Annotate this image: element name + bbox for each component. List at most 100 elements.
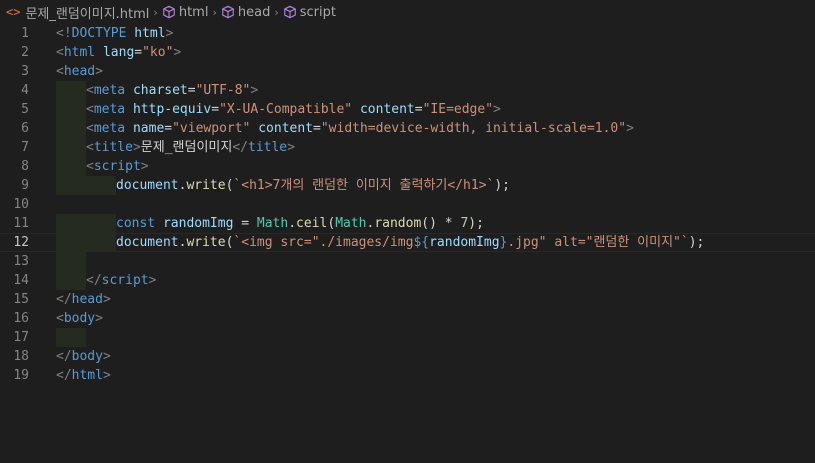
code-text: const randomImg = Math.ceil(Math.random(… [56, 214, 484, 233]
code-token: < [86, 159, 94, 174]
code-line[interactable]: 8 <script> [0, 157, 815, 176]
code-token: script [101, 273, 149, 288]
code-token: 문제_랜덤이미지 [140, 140, 233, 155]
code-line[interactable]: 18 </body> [0, 347, 815, 366]
code-text [56, 252, 86, 271]
line-number: 7 [21, 140, 29, 155]
code-token: > [102, 349, 111, 364]
line-number: 1 [21, 26, 29, 41]
code-line[interactable]: 9 document.write(`<h1>7개의 랜덤한 이미지 출력하기</h… [0, 176, 815, 195]
code-token: .jpg" alt="랜덤한 이미지"` [507, 235, 689, 250]
code-line[interactable]: 1 <!DOCTYPE html> [0, 24, 815, 43]
code-text: <meta charset="UTF-8"> [56, 81, 258, 100]
code-token: html [134, 26, 166, 41]
code-line[interactable]: 16 <body> [0, 309, 815, 328]
code-token: > [626, 121, 634, 136]
indent-guide [56, 233, 116, 252]
code-token: script [93, 159, 141, 174]
code-line[interactable]: 11 const randomImg = Math.ceil(Math.rando… [0, 214, 815, 233]
code-token: > [95, 311, 103, 326]
html-file-icon: <> [6, 5, 21, 19]
code-token: randomImg [429, 235, 500, 250]
code-line[interactable]: 10 [0, 195, 815, 214]
indent-guide [56, 100, 86, 119]
code-text: </head> [56, 290, 111, 309]
code-line[interactable]: 3 <head> [0, 62, 815, 81]
code-token: http-equiv [132, 102, 212, 117]
code-text: <!DOCTYPE html> [56, 24, 173, 43]
code-editor[interactable]: 1 <!DOCTYPE html> 2 <html lang="ko"> 3 <head>… [0, 24, 815, 385]
breadcrumb-file[interactable]: <> 문제_랜덤이미지.html [6, 3, 149, 22]
code-text [56, 328, 86, 347]
code-token: ); [494, 178, 510, 193]
line-number: 10 [13, 197, 29, 212]
line-number: 13 [13, 254, 29, 269]
code-token: > [132, 140, 141, 155]
code-line[interactable]: 19 </html> [0, 366, 815, 385]
chevron-right-icon: › [212, 5, 217, 19]
code-text: <meta http-equiv="X-UA-Compatible" conte… [56, 100, 501, 119]
code-token: meta [93, 121, 126, 136]
code-line[interactable]: 13 [0, 252, 815, 271]
code-text: <meta name="viewport" content="width=dev… [56, 119, 634, 138]
line-number: 18 [13, 349, 29, 364]
code-token: = [211, 102, 220, 117]
code-token: </ [56, 368, 72, 383]
code-token: > [250, 83, 259, 98]
code-token: </ [56, 349, 72, 364]
code-token: Math [256, 216, 289, 231]
code-token: < [86, 140, 94, 155]
symbol-element-icon [163, 5, 175, 19]
line-number: 15 [13, 292, 29, 307]
code-token: lang [102, 45, 135, 60]
line-number: 12 [13, 235, 29, 250]
code-line[interactable]: 6 <meta name="viewport" content="width=de… [0, 119, 815, 138]
indent-guide [56, 252, 86, 271]
code-line[interactable]: 4 <meta charset="UTF-8"> [0, 81, 815, 100]
code-line[interactable]: 7 <title>문제_랜덤이미지</title> [0, 138, 815, 157]
code-token: <! [56, 26, 72, 41]
code-token: title [93, 140, 133, 155]
code-token: > [287, 140, 295, 155]
indent-guide [56, 176, 116, 195]
indent-guide [56, 271, 86, 290]
code-line[interactable]: 17 [0, 328, 815, 347]
indent-guide [56, 119, 86, 138]
code-token: title [248, 140, 288, 155]
breadcrumb-item-head[interactable]: head [221, 5, 270, 20]
line-number: 9 [21, 178, 29, 193]
code-line[interactable]: 5 <meta http-equiv="X-UA-Compatible" cont… [0, 100, 815, 119]
code-token: ceil [296, 216, 328, 231]
code-token: Math [335, 216, 367, 231]
code-line[interactable]: 2 <html lang="ko"> [0, 43, 815, 62]
code-token: ); [688, 235, 705, 250]
code-line[interactable]: 14 </script> [0, 271, 815, 290]
code-token: content [359, 102, 415, 117]
code-line[interactable]: 15 </head> [0, 290, 815, 309]
indent-guide [56, 138, 86, 157]
code-token: write [186, 235, 226, 250]
code-token: "width=device-width, initial-scale=1.0" [320, 121, 627, 136]
code-token: > [493, 102, 501, 117]
code-token: = [134, 45, 143, 60]
breadcrumb-item-script[interactable]: script [283, 5, 336, 20]
breadcrumb-item-html[interactable]: html [162, 4, 209, 20]
code-line[interactable]: 12 document.write(`<img src="./images/img… [0, 233, 815, 252]
line-number: 16 [13, 311, 29, 326]
code-token: < [56, 45, 64, 60]
line-number: 3 [21, 64, 29, 79]
symbol-element-icon [222, 5, 234, 19]
code-token: content [258, 121, 314, 136]
breadcrumb-item-label: html [178, 4, 209, 20]
code-text: </html> [56, 366, 111, 385]
code-token: "X-UA-Compatible" [219, 102, 353, 117]
code-token: > [148, 273, 157, 288]
code-token: > [165, 26, 174, 41]
code-token: > [95, 64, 103, 79]
breadcrumb: <> 문제_랜덤이미지.html › html › head › script [0, 0, 815, 24]
code-token: "UTF-8" [195, 83, 251, 98]
